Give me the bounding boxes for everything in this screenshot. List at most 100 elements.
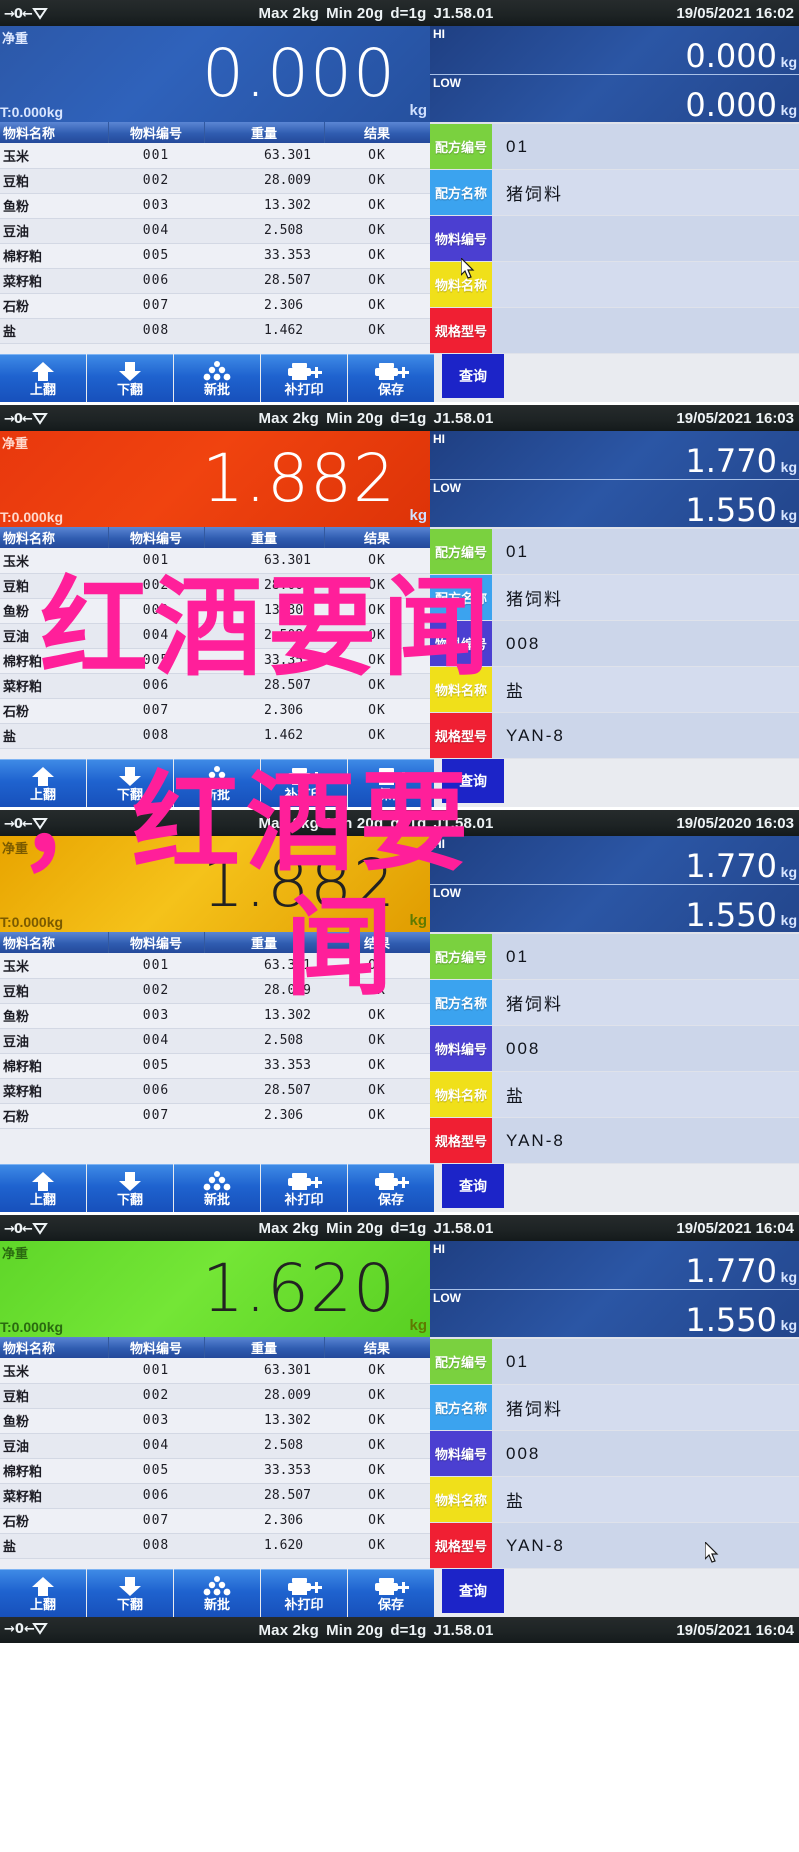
table-row[interactable]: 石粉 007 2.306 OK — [0, 1508, 430, 1534]
toolbar-button-printer-plus[interactable]: 补打印 — [261, 1164, 347, 1212]
cell-result: OK — [324, 1078, 430, 1104]
table-row[interactable]: 豆粕 002 28.009 OK — [0, 1383, 430, 1409]
field-value-spec-model[interactable]: YAN-8 — [492, 713, 799, 758]
toolbar-button-arrow-up[interactable]: 上翻 — [0, 1164, 86, 1212]
table-row[interactable]: 玉米 001 63.301 OK — [0, 1358, 430, 1384]
toolbar-button-stack-batch[interactable]: 新批 — [174, 354, 260, 402]
low-limit-unit: kg — [780, 1317, 797, 1333]
table-row[interactable]: 棉籽粕 005 33.353 OK — [0, 1458, 430, 1484]
field-label-spec-model[interactable]: 规格型号 — [430, 1523, 492, 1568]
field-label-material-code[interactable]: 物料编号 — [430, 1431, 492, 1476]
field-value-recipe-name[interactable]: 猪饲料 — [492, 575, 799, 620]
field-label-spec-model[interactable]: 规格型号 — [430, 1118, 492, 1163]
table-header-row: 物料名称 物料编号 重量 结果 — [0, 527, 431, 548]
field-value-recipe-code[interactable]: 01 — [492, 529, 799, 574]
field-value-material-name[interactable] — [492, 262, 799, 307]
field-label-material-code[interactable]: 物料编号 — [430, 216, 492, 261]
field-value-recipe-code[interactable]: 01 — [492, 934, 799, 979]
table-row[interactable]: 豆油 004 2.508 OK — [0, 1433, 430, 1459]
cell-material-code: 005 — [108, 1053, 204, 1079]
field-value-recipe-code[interactable]: 01 — [492, 124, 799, 169]
query-button[interactable]: 查询 — [442, 1569, 504, 1613]
field-value-material-code[interactable]: 008 — [492, 1431, 799, 1476]
cell-material-code: 001 — [108, 1358, 204, 1384]
table-row[interactable]: 菜籽粕 006 28.507 OK — [0, 1483, 430, 1509]
toolbar-button-arrow-down[interactable]: 下翻 — [87, 354, 173, 402]
cell-weight: 28.009 — [204, 1383, 324, 1409]
field-label-material-name[interactable]: 物料名称 — [430, 1072, 492, 1117]
query-button[interactable]: 查询 — [442, 1164, 504, 1208]
toolbar-button-printer-plus[interactable]: 保存 — [348, 1164, 434, 1212]
field-value-spec-model[interactable]: YAN-8 — [492, 1118, 799, 1163]
net-weight-display: 净重 T:0.000kg 0.000 kg — [0, 26, 430, 122]
field-value-material-name[interactable]: 盐 — [492, 667, 799, 712]
cell-material-name: 菜籽粕 — [0, 1483, 108, 1509]
field-label-spec-model[interactable]: 规格型号 — [430, 713, 492, 758]
field-label-recipe-name[interactable]: 配方名称 — [430, 980, 492, 1025]
table-row[interactable]: 豆油 004 2.508 OK — [0, 218, 430, 244]
toolbar-button-arrow-up[interactable]: 上翻 — [0, 1569, 86, 1617]
field-label-material-name[interactable]: 物料名称 — [430, 1477, 492, 1522]
field-value-spec-model[interactable] — [492, 308, 799, 353]
table-row[interactable]: 棉籽粕 005 33.353 OK — [0, 243, 430, 269]
table-row[interactable]: 鱼粉 003 13.302 OK — [0, 193, 430, 219]
datetime-display: 19/05/2021 16:03 — [676, 409, 794, 427]
table-row[interactable]: 石粉 007 2.306 OK — [0, 293, 430, 319]
field-label-material-code[interactable]: 物料编号 — [430, 1026, 492, 1071]
field-value-material-code[interactable]: 008 — [492, 1026, 799, 1071]
field-value-spec-model[interactable]: YAN-8 — [492, 1523, 799, 1568]
arrow-down-icon — [117, 1170, 143, 1192]
field-value-recipe-name[interactable]: 猪饲料 — [492, 170, 799, 215]
table-row[interactable]: 石粉 007 2.306 OK — [0, 698, 430, 724]
field-value-material-code[interactable] — [492, 216, 799, 261]
table-row[interactable]: 石粉 007 2.306 OK — [0, 1103, 430, 1129]
tare-weight-label: T:0.000kg — [0, 1319, 64, 1335]
toolbar-button-label: 下翻 — [116, 1191, 143, 1207]
arrow-down-icon — [117, 360, 143, 382]
field-value-recipe-name[interactable]: 猪饲料 — [492, 1385, 799, 1430]
toolbar-button-printer-plus[interactable]: 补打印 — [261, 354, 347, 402]
table-row[interactable]: 棉籽粕 005 33.353 OK — [0, 1053, 430, 1079]
hi-low-panel: HI 1.770 kg LOW 1.550 kg — [430, 431, 799, 528]
toolbar-button-arrow-down[interactable]: 下翻 — [87, 1569, 173, 1617]
cell-material-name: 菜籽粕 — [0, 268, 108, 294]
field-label-spec-model[interactable]: 规格型号 — [430, 308, 492, 353]
field-value-recipe-code[interactable]: 01 — [492, 1339, 799, 1384]
field-value-material-code[interactable]: 008 — [492, 621, 799, 666]
field-value-material-name[interactable]: 盐 — [492, 1477, 799, 1522]
field-value-recipe-name[interactable]: 猪饲料 — [492, 980, 799, 1025]
field-label-material-name[interactable]: 物料名称 — [430, 262, 492, 307]
field-label-recipe-name[interactable]: 配方名称 — [430, 170, 492, 215]
table-row[interactable]: 豆油 004 2.508 OK — [0, 1028, 430, 1054]
table-row[interactable]: 盐 008 1.462 OK — [0, 318, 430, 344]
field-label-recipe-code[interactable]: 配方编号 — [430, 124, 492, 169]
table-row[interactable]: 玉米 001 63.301 OK — [0, 143, 430, 169]
cell-material-code: 004 — [108, 218, 204, 244]
toolbar-button-printer-plus[interactable]: 补打印 — [261, 1569, 347, 1617]
field-label-recipe-code[interactable]: 配方编号 — [430, 1339, 492, 1384]
toolbar-button-printer-plus[interactable]: 保存 — [348, 1569, 434, 1617]
svg-text:→0←: →0← — [4, 1222, 33, 1235]
toolbar-button-stack-batch[interactable]: 新批 — [174, 1569, 260, 1617]
low-limit-unit: kg — [780, 102, 797, 118]
toolbar-button-stack-batch[interactable]: 新批 — [174, 1164, 260, 1212]
table-row[interactable]: 鱼粉 003 13.302 OK — [0, 1408, 430, 1434]
toolbar-button-printer-plus[interactable]: 保存 — [348, 354, 434, 402]
spec-item: Min 20g — [326, 1621, 384, 1639]
table-row[interactable]: 菜籽粕 006 28.507 OK — [0, 268, 430, 294]
table-row[interactable]: 菜籽粕 006 28.507 OK — [0, 1078, 430, 1104]
cell-result: OK — [324, 1483, 430, 1509]
cell-result: OK — [324, 723, 430, 749]
tare-weight-label: T:0.000kg — [0, 509, 64, 525]
table-row[interactable]: 盐 008 1.620 OK — [0, 1533, 430, 1559]
cell-weight: 33.353 — [204, 1458, 324, 1484]
toolbar-button-arrow-down[interactable]: 下翻 — [87, 1164, 173, 1212]
query-button[interactable]: 查询 — [442, 354, 504, 398]
field-label-recipe-name[interactable]: 配方名称 — [430, 1385, 492, 1430]
field-row-spec-model: 规格型号 YAN-8 — [430, 713, 799, 758]
table-row[interactable]: 盐 008 1.462 OK — [0, 723, 430, 749]
field-value-material-name[interactable]: 盐 — [492, 1072, 799, 1117]
toolbar-button-arrow-up[interactable]: 上翻 — [0, 354, 86, 402]
table-row[interactable]: 豆粕 002 28.009 OK — [0, 168, 430, 194]
field-label-recipe-code[interactable]: 配方编号 — [430, 934, 492, 979]
